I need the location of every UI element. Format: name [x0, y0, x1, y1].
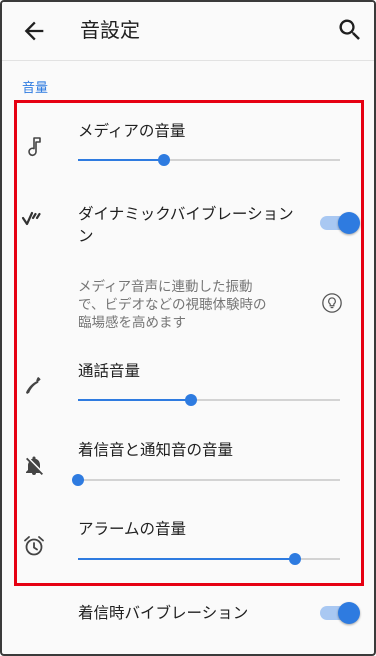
dynamic-vibration-toggle[interactable] [320, 212, 360, 234]
arrow-left-icon[interactable] [20, 17, 48, 45]
media-volume-slider[interactable] [78, 152, 340, 168]
phone-screen: 音設定 音量 メディアの音量 ダイナミックバイブレーション ン メディア音声に連… [0, 0, 376, 656]
ring-vibration-toggle[interactable] [320, 602, 360, 624]
ring-volume-label: 着信音と通知音の音量 [78, 441, 234, 459]
search-icon[interactable] [336, 16, 364, 44]
slider-thumb[interactable] [184, 394, 197, 406]
alarm-volume-label: アラームの音量 [78, 520, 187, 538]
bell-off-icon [26, 456, 43, 475]
call-volume-slider[interactable] [78, 392, 340, 408]
slider-track [78, 479, 340, 481]
dynamic-vibration-description: メディア音声に連動した振動 で、ビデオなどの視聴体験時の 臨場感を高めます [78, 279, 267, 331]
toggle-knob[interactable] [338, 602, 360, 624]
music-note-icon [28, 137, 41, 157]
slider-fill [78, 558, 296, 560]
call-volume-label: 通話音量 [78, 362, 141, 380]
slider-fill [78, 399, 191, 401]
dynamic-vibration-label: ダイナミックバイブレーション ン [78, 205, 294, 245]
app-bar: 音設定 [2, 2, 374, 61]
phone-icon [26, 377, 41, 394]
alarm-icon [24, 536, 44, 556]
slider-thumb[interactable] [158, 154, 171, 166]
slider-thumb[interactable] [289, 553, 302, 565]
toggle-knob[interactable] [338, 212, 360, 234]
lightbulb-icon[interactable] [321, 292, 343, 314]
slider-fill [78, 159, 165, 161]
vibration-icon [21, 211, 41, 226]
ring-vibration-label: 着信時バイブレーション [78, 604, 249, 622]
alarm-volume-slider[interactable] [78, 551, 340, 567]
page-title: 音設定 [80, 18, 140, 42]
ring-volume-slider[interactable] [72, 472, 340, 488]
section-header-volume: 音量 [22, 81, 49, 96]
slider-thumb[interactable] [72, 474, 84, 486]
highlight-box [14, 100, 364, 586]
media-volume-label: メディアの音量 [78, 122, 186, 140]
